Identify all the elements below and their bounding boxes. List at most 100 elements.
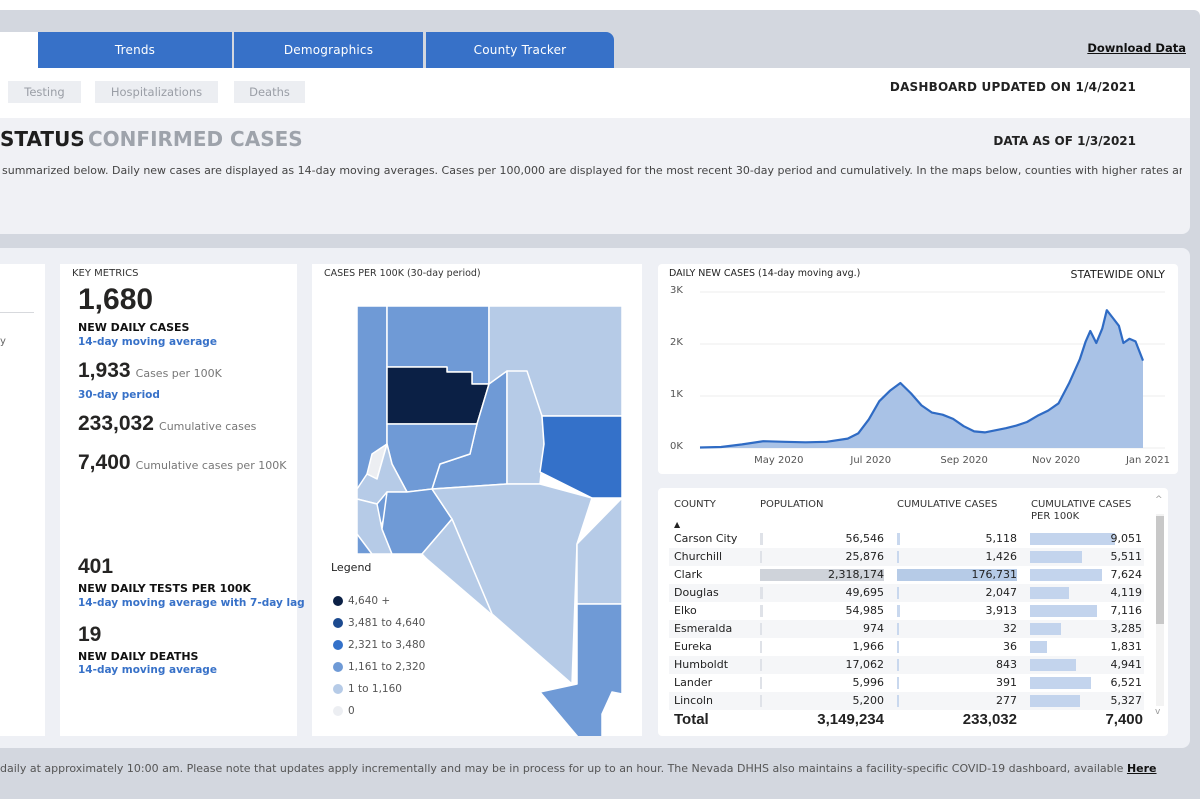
table-row[interactable]: Esmeralda 974 32 3,285: [669, 620, 1144, 638]
table-row[interactable]: Clark 2,318,174 176,731 7,624: [669, 566, 1144, 584]
cumulative-cases-label: Cumulative cases: [159, 420, 257, 433]
column-header-cases-per-100k[interactable]: CUMULATIVE CASES PER 100K: [1031, 499, 1141, 523]
x-tick-label: Jul 2020: [850, 455, 892, 466]
table-row[interactable]: Lander 5,996 391 6,521: [669, 674, 1144, 692]
new-daily-cases-sub: 14-day moving average: [78, 336, 217, 348]
data-point[interactable]: [1056, 400, 1062, 406]
population-value: 5,200: [852, 694, 885, 707]
facility-dashboard-link[interactable]: Here: [1127, 762, 1157, 775]
data-point[interactable]: [908, 390, 914, 396]
table-row[interactable]: Humboldt 17,062 843 4,941: [669, 656, 1144, 674]
data-point[interactable]: [1003, 425, 1009, 431]
column-header-population[interactable]: POPULATION: [760, 499, 824, 511]
scroll-down-arrow-icon[interactable]: v: [1155, 707, 1160, 717]
key-metrics-label: KEY METRICS: [72, 268, 139, 279]
county-white-pine[interactable]: [539, 415, 623, 499]
cases-per-100k-value: 1,933: [78, 359, 131, 382]
data-point[interactable]: [919, 402, 925, 408]
total-label: Total: [674, 711, 709, 728]
data-point[interactable]: [1045, 408, 1051, 414]
column-header-county[interactable]: COUNTY: [674, 499, 716, 511]
data-point[interactable]: [1035, 413, 1041, 419]
data-point[interactable]: [982, 429, 988, 435]
data-point[interactable]: [824, 439, 830, 445]
tab-county-tracker[interactable]: County Tracker: [426, 32, 614, 68]
data-point[interactable]: [1077, 357, 1083, 363]
county-name: Elko: [674, 604, 697, 617]
data-point[interactable]: [802, 439, 808, 445]
subtab-testing[interactable]: Testing: [8, 81, 81, 103]
data-point[interactable]: [781, 439, 787, 445]
cumulative-cases-metric: 233,032 Cumulative cases: [78, 412, 256, 436]
subtab-hospitalizations[interactable]: Hospitalizations: [95, 81, 218, 103]
download-data-link[interactable]: Download Data: [1087, 41, 1186, 55]
y-tick-label: 2K: [670, 337, 683, 348]
legend-item: 0: [333, 705, 355, 717]
data-point[interactable]: [866, 416, 872, 422]
data-point[interactable]: [1126, 336, 1132, 342]
data-point[interactable]: [992, 427, 998, 433]
scroll-up-arrow-icon[interactable]: ^: [1155, 495, 1163, 505]
legend-label: 2,321 to 3,480: [348, 639, 426, 651]
data-point[interactable]: [855, 430, 861, 436]
per-100k-value: 3,285: [1110, 622, 1143, 635]
population-bar: [760, 551, 762, 563]
data-point[interactable]: [961, 423, 967, 429]
population-value: 5,996: [852, 676, 885, 689]
data-point[interactable]: [887, 388, 893, 394]
left-panel-divider: [0, 312, 34, 313]
data-point[interactable]: [1087, 328, 1093, 334]
data-point[interactable]: [739, 441, 745, 447]
tab-trends[interactable]: Trends: [38, 32, 232, 68]
table-row[interactable]: Eureka 1,966 36 1,831: [669, 638, 1144, 656]
daily-deaths-sub: 14-day moving average: [78, 664, 217, 676]
table-row[interactable]: Churchill 25,876 1,426 5,511: [669, 548, 1144, 566]
legend-label: 0: [348, 705, 355, 717]
data-point[interactable]: [950, 416, 956, 422]
table-row[interactable]: Carson City 56,546 5,118 9,051: [669, 530, 1144, 548]
daily-deaths-label: NEW DAILY DEATHS: [78, 650, 199, 663]
table-scrollbar-thumb[interactable]: [1156, 516, 1164, 624]
population-bar: [760, 659, 762, 671]
data-point[interactable]: [697, 444, 703, 450]
data-point[interactable]: [1093, 340, 1099, 346]
cases-value: 1,426: [985, 550, 1018, 563]
data-point[interactable]: [1110, 315, 1116, 321]
data-point[interactable]: [897, 380, 903, 386]
data-point[interactable]: [845, 436, 851, 442]
data-point[interactable]: [1116, 323, 1122, 329]
cases-value: 391: [996, 676, 1017, 689]
table-row[interactable]: Elko 54,985 3,913 7,116: [669, 602, 1144, 620]
data-point[interactable]: [760, 438, 766, 444]
cases-value: 176,731: [971, 568, 1018, 581]
data-point[interactable]: [1083, 338, 1089, 344]
data-point[interactable]: [1024, 419, 1030, 425]
tab-demographics[interactable]: Demographics: [234, 32, 423, 68]
county-name: Douglas: [674, 586, 719, 599]
data-point[interactable]: [940, 412, 946, 418]
per-100k-value: 5,327: [1110, 694, 1143, 707]
data-point[interactable]: [1066, 380, 1072, 386]
data-point[interactable]: [1120, 340, 1126, 346]
legend-swatch-icon: [333, 662, 343, 672]
column-header-cumulative-cases[interactable]: CUMULATIVE CASES: [897, 499, 997, 511]
data-point[interactable]: [1099, 325, 1105, 331]
new-daily-cases-value: 1,680: [78, 283, 154, 316]
subtab-deaths[interactable]: Deaths: [234, 81, 305, 103]
data-point[interactable]: [929, 410, 935, 416]
cases-value: 5,118: [985, 532, 1018, 545]
data-point[interactable]: [876, 398, 882, 404]
data-point[interactable]: [971, 428, 977, 434]
tab-overview[interactable]: [0, 32, 38, 68]
data-point[interactable]: [1140, 358, 1146, 364]
table-row[interactable]: Lincoln 5,200 277 5,327: [669, 692, 1144, 710]
county-name: Esmeralda: [674, 622, 733, 635]
cases-bar: [897, 605, 900, 617]
data-point[interactable]: [1132, 338, 1138, 344]
data-point[interactable]: [718, 444, 724, 450]
data-point[interactable]: [1104, 307, 1110, 313]
x-tick-label: Sep 2020: [940, 455, 988, 466]
table-row[interactable]: Douglas 49,695 2,047 4,119: [669, 584, 1144, 602]
sort-ascending-icon[interactable]: ▲: [674, 520, 680, 529]
data-point[interactable]: [1013, 423, 1019, 429]
